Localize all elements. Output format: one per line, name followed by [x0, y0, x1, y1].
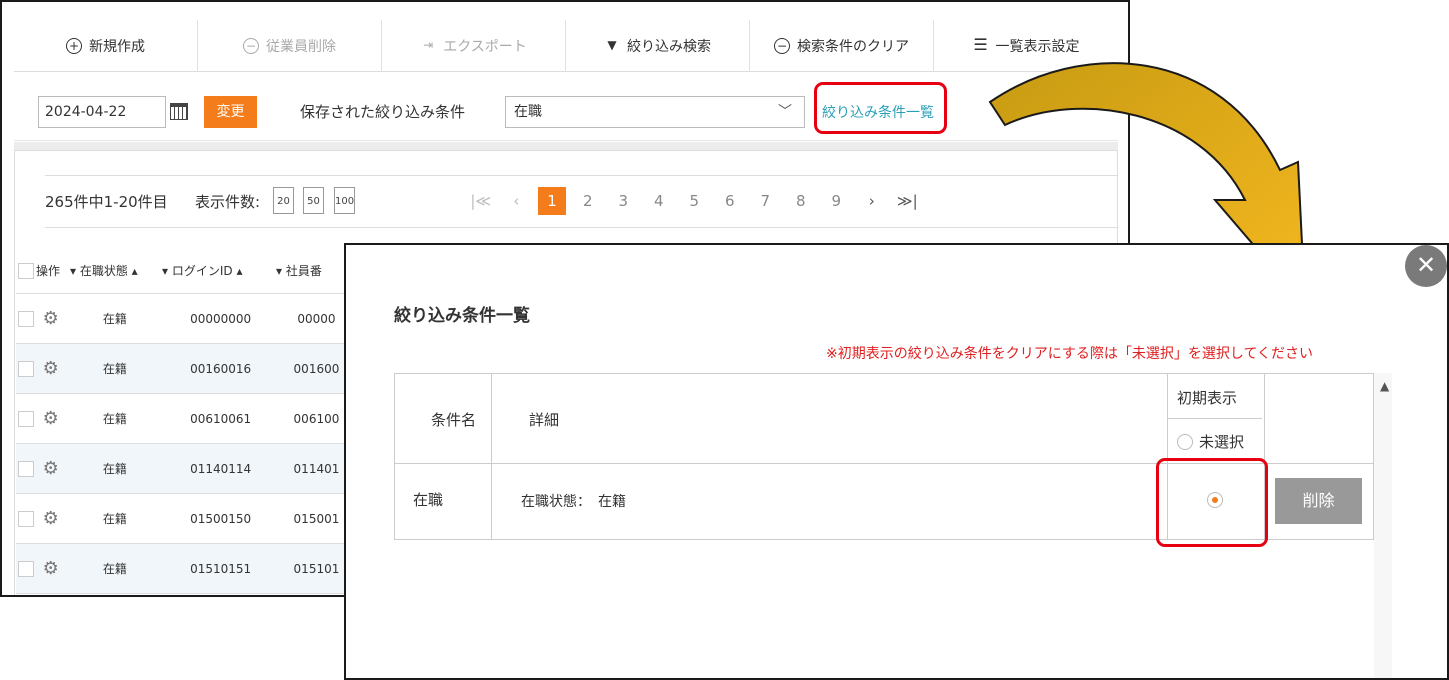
- last-page-icon[interactable]: ≫|: [890, 187, 926, 215]
- change-button[interactable]: 変更: [204, 96, 257, 128]
- row-condition-name: 在職: [413, 491, 444, 509]
- table-row[interactable]: ⚙ 在籍 00160016 001600: [16, 344, 356, 394]
- divider: [45, 227, 1117, 228]
- gear-icon[interactable]: ⚙: [42, 559, 60, 578]
- cell-status: 在籍: [102, 512, 127, 526]
- page-7[interactable]: 7: [748, 187, 784, 215]
- filter-bar: 2024-04-22 変更 保存された絞り込み条件 在職 ﹀ 絞り込み条件一覧: [14, 73, 1118, 141]
- page-1[interactable]: 1: [538, 187, 566, 215]
- filter-search-button[interactable]: ▼ 絞り込み検索: [566, 20, 750, 72]
- export-button[interactable]: ⇥ エクスポート: [382, 20, 566, 72]
- per-page-label: 表示件数:: [195, 193, 261, 211]
- header-detail: 詳細: [529, 411, 560, 429]
- prev-page-icon[interactable]: ‹: [499, 187, 535, 215]
- page-6[interactable]: 6: [712, 187, 748, 215]
- page-2[interactable]: 2: [570, 187, 606, 215]
- row-checkbox[interactable]: [18, 310, 34, 327]
- unselected-radio[interactable]: [1177, 433, 1193, 450]
- cell-login-id: 01510151: [190, 561, 252, 576]
- toolbar: + 新規作成 − 従業員削除 ⇥ エクスポート ▼ 絞り込み検索 − 検索条件の…: [14, 20, 1118, 72]
- modal-scrollbar[interactable]: [1374, 373, 1392, 678]
- first-page-icon[interactable]: |≪: [463, 187, 499, 215]
- table-row[interactable]: ⚙ 在籍 01510151 015101: [16, 544, 356, 594]
- cell-status: 在籍: [102, 312, 127, 326]
- minus-icon: −: [774, 38, 790, 54]
- cell-login-id: 00000000: [190, 311, 252, 326]
- column-status[interactable]: ▾ 在職状態 ▴: [62, 262, 162, 279]
- row-checkbox[interactable]: [18, 510, 34, 527]
- modal-title: 絞り込み条件一覧: [394, 306, 530, 326]
- cell-login-id: 00610061: [190, 411, 252, 426]
- row-checkbox[interactable]: [18, 560, 34, 577]
- row-operation[interactable]: ⚙: [36, 309, 66, 328]
- record-count: 265件中1-20件目: [45, 193, 168, 211]
- table-header: 操作 ▾ 在職状態 ▴ ▾ ログインID ▴ ▾ 社員番: [16, 248, 356, 294]
- close-icon[interactable]: ✕: [1405, 245, 1447, 287]
- row-operation[interactable]: ⚙: [36, 559, 66, 578]
- cell-login-id: 00160016: [190, 361, 252, 376]
- page-5[interactable]: 5: [677, 187, 713, 215]
- row-checkbox[interactable]: [18, 410, 34, 427]
- gear-icon[interactable]: ⚙: [42, 459, 60, 478]
- table-row[interactable]: ⚙ 在籍 01500150 015001: [16, 494, 356, 544]
- gear-icon[interactable]: ⚙: [42, 509, 60, 528]
- gear-icon[interactable]: ⚙: [42, 359, 60, 378]
- new-button[interactable]: + 新規作成: [14, 20, 198, 72]
- saved-conditions-label: 保存された絞り込み条件: [300, 103, 466, 121]
- cell-status: 在籍: [102, 412, 127, 426]
- gear-icon[interactable]: ⚙: [42, 309, 60, 328]
- page-3[interactable]: 3: [606, 187, 642, 215]
- page-8[interactable]: 8: [783, 187, 819, 215]
- row-operation[interactable]: ⚙: [36, 459, 66, 478]
- row-operation[interactable]: ⚙: [36, 409, 66, 428]
- chevron-down-icon: ﹀: [778, 104, 792, 120]
- table-body: ⚙ 在籍 00000000 00000 ⚙ 在籍 00160016 001600 ⚙ 在籍 0061…: [16, 294, 356, 594]
- unselected-option[interactable]: 未選択: [1177, 431, 1244, 452]
- cell-status: 在籍: [102, 362, 127, 376]
- delete-employee-button[interactable]: − 従業員削除: [198, 20, 382, 72]
- pagination: |≪ ‹ 1 2 3 4 5 6 7 8 9 › ≫|: [463, 187, 925, 215]
- per-page-50[interactable]: 50: [303, 187, 324, 214]
- per-page-20[interactable]: 20: [273, 187, 294, 214]
- divider: [1167, 418, 1262, 419]
- row-condition-detail: 在職状態： 在籍: [521, 494, 626, 510]
- select-all-checkbox[interactable]: [18, 262, 34, 279]
- clear-conditions-button[interactable]: − 検索条件のクリア: [750, 20, 934, 72]
- modal-note: ※初期表示の絞り込み条件をクリアにする際は「未選択」を選択してください: [826, 346, 1314, 362]
- header-condition-name: 条件名: [431, 411, 477, 429]
- page-4[interactable]: 4: [641, 187, 677, 215]
- conditions-list-modal: 絞り込み条件一覧 ※初期表示の絞り込み条件をクリアにする際は「未選択」を選択して…: [344, 243, 1449, 680]
- column-operation: 操作: [36, 264, 61, 278]
- cell-status: 在籍: [102, 562, 127, 576]
- cell-status: 在籍: [102, 462, 127, 476]
- filter-icon: ▼: [607, 38, 617, 52]
- calendar-icon[interactable]: [170, 103, 188, 120]
- column-login-id[interactable]: ▾ ログインID ▴: [162, 262, 276, 279]
- export-icon: ⇥: [423, 38, 434, 52]
- row-checkbox[interactable]: [18, 460, 34, 477]
- table-row[interactable]: ⚙ 在籍 00610061 006100: [16, 394, 356, 444]
- scroll-up-icon[interactable]: ▲: [1380, 379, 1389, 393]
- delete-button[interactable]: 削除: [1275, 478, 1362, 524]
- row-operation[interactable]: ⚙: [36, 509, 66, 528]
- table-row[interactable]: ⚙ 在籍 00000000 00000: [16, 294, 356, 344]
- per-page-100[interactable]: 100: [334, 187, 355, 214]
- plus-icon: +: [66, 38, 82, 54]
- header-initial-display: 初期表示: [1177, 389, 1238, 407]
- gear-icon[interactable]: ⚙: [42, 409, 60, 428]
- row-checkbox[interactable]: [18, 360, 34, 377]
- table-row[interactable]: ⚙ 在籍 01140114 011401: [16, 444, 356, 494]
- divider: [45, 175, 1117, 176]
- minus-icon: −: [243, 38, 259, 54]
- cell-login-id: 01140114: [190, 461, 252, 476]
- cell-login-id: 01500150: [190, 511, 252, 526]
- page-9[interactable]: 9: [819, 187, 855, 215]
- divider: [491, 374, 492, 539]
- highlight-box: [1156, 458, 1268, 547]
- date-input[interactable]: 2024-04-22: [38, 96, 166, 128]
- highlight-box: [814, 82, 947, 134]
- next-page-icon[interactable]: ›: [854, 187, 890, 215]
- row-operation[interactable]: ⚙: [36, 359, 66, 378]
- saved-conditions-select[interactable]: 在職 ﹀: [505, 96, 805, 128]
